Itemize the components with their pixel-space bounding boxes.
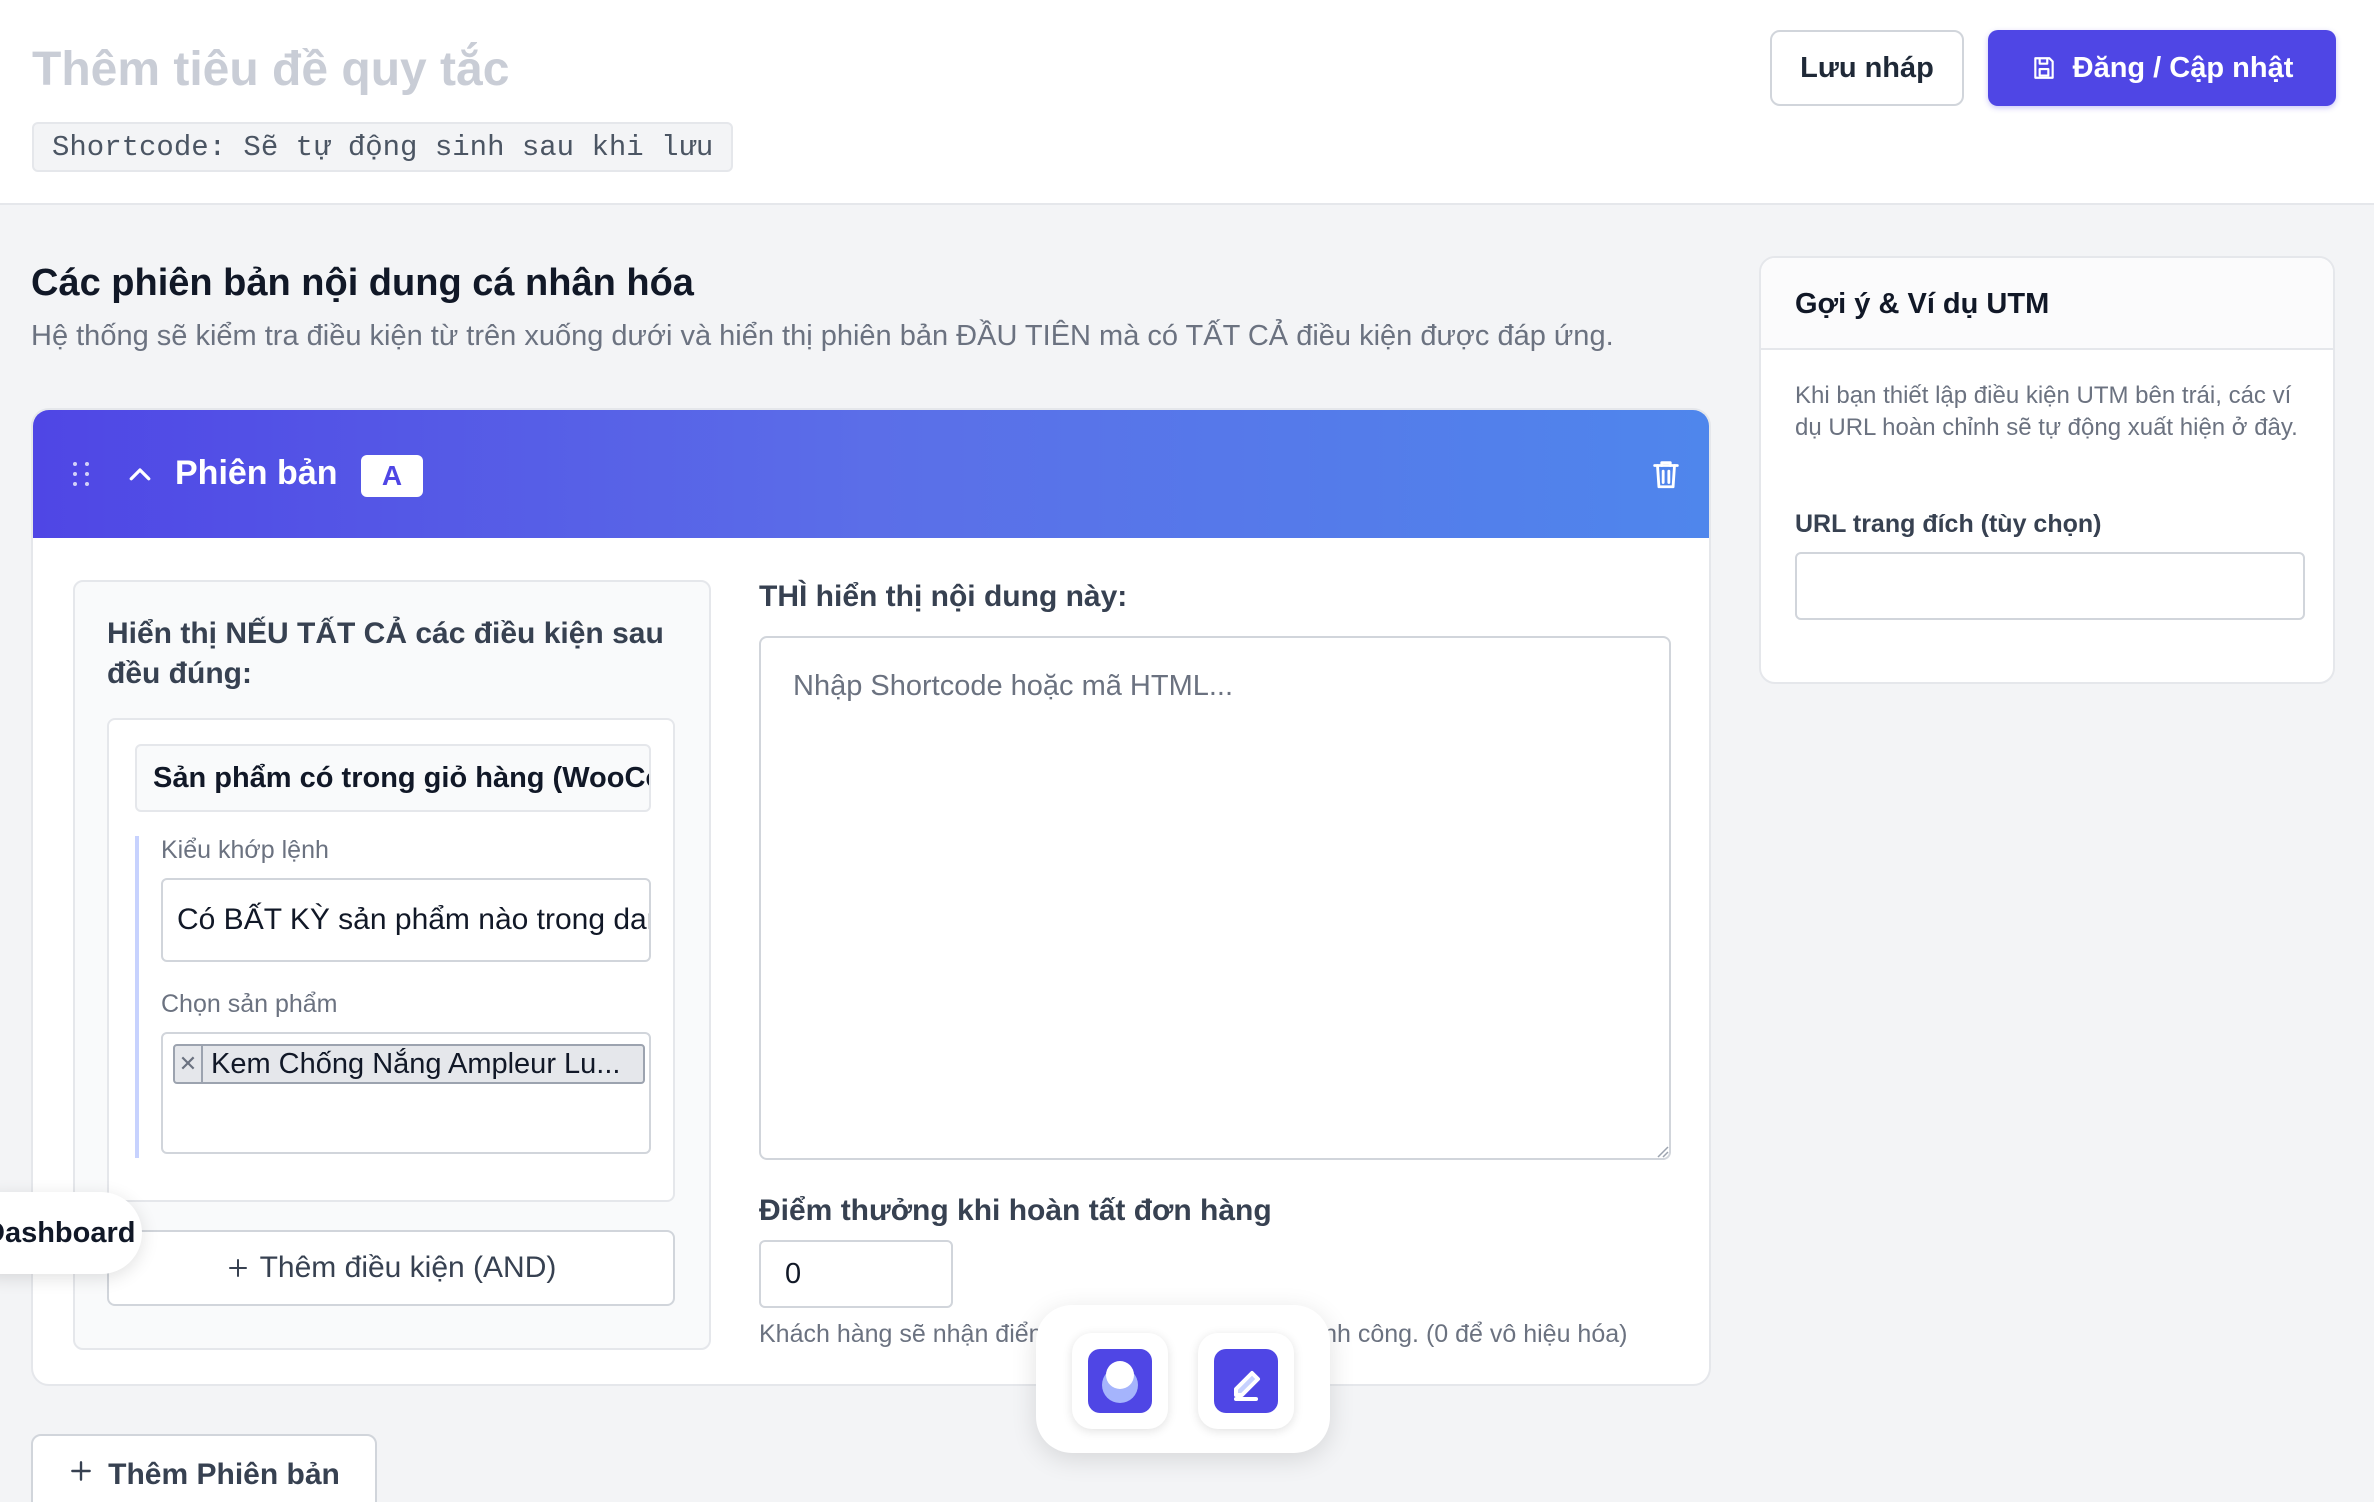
product-tag: ✕ Kem Chống Nắng Ampleur Lu...: [173, 1044, 645, 1084]
publish-button[interactable]: Đăng / Cập nhật: [1988, 30, 2336, 106]
trash-icon[interactable]: [1649, 456, 1683, 492]
content-textarea[interactable]: [759, 636, 1671, 1160]
add-condition-label: Thêm điều kiện (AND): [259, 1251, 557, 1284]
dashboard-label: Dashboard: [0, 1217, 136, 1249]
edit-icon: [1214, 1349, 1278, 1413]
close-icon[interactable]: ✕: [175, 1046, 203, 1082]
product-select[interactable]: ✕ Kem Chống Nắng Ampleur Lu...: [161, 1032, 651, 1154]
utm-panel: Gợi ý & Ví dụ UTM Khi bạn thiết lập điều…: [1759, 256, 2335, 684]
points-input[interactable]: [759, 1240, 953, 1308]
utm-url-input[interactable]: [1795, 552, 2305, 620]
content-label: THÌ hiển thị nội dung này:: [759, 580, 1128, 613]
resize-handle-icon[interactable]: [1655, 1144, 1669, 1158]
condition-options: Kiểu khớp lệnh Có BẤT KỲ sản phẩm nào tr…: [135, 836, 651, 1158]
app-icon: [1088, 1349, 1152, 1413]
version-label: Phiên bản: [175, 454, 338, 492]
utm-description: Khi bạn thiết lập điều kiện UTM bên trái…: [1795, 382, 2298, 441]
chevron-up-icon[interactable]: [125, 460, 155, 490]
condition-item: Sản phẩm có trong giỏ hàng (WooCommerce)…: [107, 718, 675, 1202]
plus-icon: [228, 1259, 247, 1277]
floating-dock: [1036, 1305, 1330, 1453]
utm-title: Gợi ý & Ví dụ UTM: [1795, 288, 2050, 320]
points-label: Điểm thưởng khi hoàn tất đơn hàng: [759, 1194, 1272, 1227]
add-version-button[interactable]: Thêm Phiên bản: [31, 1434, 377, 1502]
utm-url-label: URL trang đích (tùy chọn): [1795, 510, 2102, 538]
conditions-heading: Hiển thị NẾU TẤT CẢ các điều kiện sau đề…: [107, 617, 664, 690]
version-card: Phiên bản A Hiển thị NẾU TẤT CẢ các điều…: [31, 408, 1711, 1386]
dock-app-button[interactable]: [1072, 1333, 1168, 1429]
version-badge: A: [361, 455, 423, 497]
drag-handle-icon[interactable]: [73, 462, 91, 488]
top-bar: Shortcode: Sẽ tự động sinh sau khi lưu L…: [0, 0, 2374, 205]
plus-icon: [71, 1461, 91, 1481]
version-header[interactable]: Phiên bản A: [33, 410, 1709, 538]
section-description: Hệ thống sẽ kiểm tra điều kiện từ trên x…: [31, 320, 1614, 352]
section-title: Các phiên bản nội dung cá nhân hóa: [31, 262, 694, 304]
add-condition-button[interactable]: Thêm điều kiện (AND): [107, 1230, 675, 1306]
rule-title-input[interactable]: [32, 34, 1232, 104]
conditions-panel: Hiển thị NẾU TẤT CẢ các điều kiện sau đề…: [73, 580, 711, 1350]
add-version-label: Thêm Phiên bản: [108, 1458, 340, 1491]
product-tag-text: Kem Chống Nắng Ampleur Lu...: [211, 1047, 621, 1080]
shortcode-badge: Shortcode: Sẽ tự động sinh sau khi lưu: [32, 122, 734, 172]
match-type-select[interactable]: Có BẤT KỲ sản phẩm nào trong danh sách: [161, 878, 651, 962]
save-icon: [2033, 57, 2054, 79]
utm-panel-header: Gợi ý & Ví dụ UTM: [1761, 258, 2333, 350]
dock-edit-button[interactable]: [1198, 1333, 1294, 1429]
condition-type-select[interactable]: Sản phẩm có trong giỏ hàng (WooCommerce): [135, 744, 651, 812]
save-draft-label: Lưu nháp: [1800, 51, 1934, 84]
match-type-label: Kiểu khớp lệnh: [161, 836, 329, 864]
save-draft-button[interactable]: Lưu nháp: [1770, 30, 1964, 106]
product-select-label: Chọn sản phẩm: [161, 990, 338, 1018]
publish-label: Đăng / Cập nhật: [2072, 51, 2294, 84]
dashboard-pill[interactable]: Dashboard: [0, 1192, 142, 1274]
